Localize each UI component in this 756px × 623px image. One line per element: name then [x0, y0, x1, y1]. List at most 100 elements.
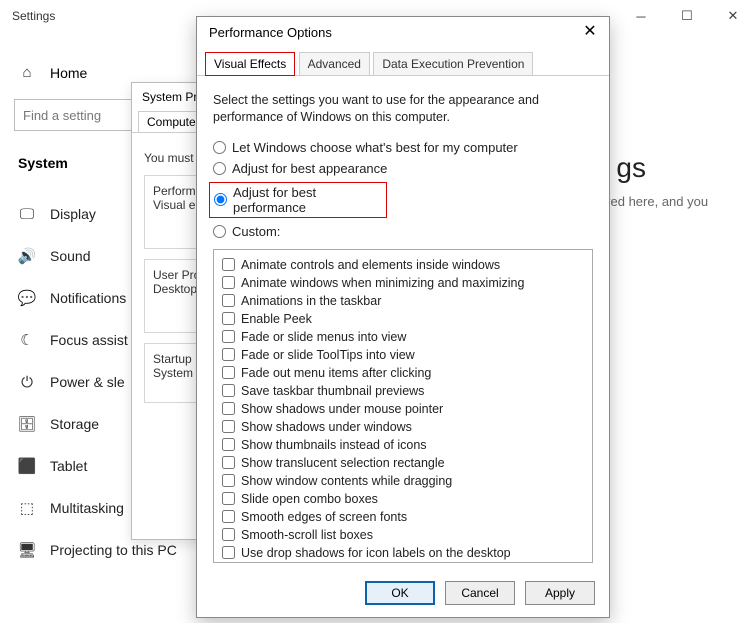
checkbox-label: Show window contents while dragging [241, 472, 452, 490]
sidebar-item-label: Multitasking [50, 500, 124, 516]
checkbox-input[interactable] [222, 366, 235, 379]
checkbox-label: Slide open combo boxes [241, 490, 378, 508]
page-heading-partial: gs [616, 152, 646, 184]
close-button[interactable]: ✕ [710, 0, 756, 32]
performance-options-dialog: Performance Options ✕ Visual Effects Adv… [196, 16, 610, 618]
check-enable-peek[interactable]: Enable Peek [222, 310, 584, 328]
radio-input[interactable] [213, 141, 226, 154]
checkbox-label: Animations in the taskbar [241, 292, 381, 310]
radio-label: Adjust for best performance [233, 185, 382, 215]
minimize-button[interactable]: ─ [618, 0, 664, 32]
tab-advanced[interactable]: Advanced [299, 52, 370, 76]
checkbox-input[interactable] [222, 258, 235, 271]
check-animations-in-the-taskbar[interactable]: Animations in the taskbar [222, 292, 584, 310]
check-animate-windows-when-minimizing-and-maximizing[interactable]: Animate windows when minimizing and maxi… [222, 274, 584, 292]
radio-adjust-for-best-appearance[interactable]: Adjust for best appearance [213, 161, 593, 176]
nav-home[interactable]: ⌂ Home [18, 64, 203, 81]
search-placeholder: Find a setting [23, 108, 101, 123]
checkbox-label: Smooth edges of screen fonts [241, 508, 407, 526]
check-fade-or-slide-tooltips-into-view[interactable]: Fade or slide ToolTips into view [222, 346, 584, 364]
perfopt-description: Select the settings you want to use for … [213, 92, 593, 126]
checkbox-input[interactable] [222, 312, 235, 325]
check-fade-out-menu-items-after-clicking[interactable]: Fade out menu items after clicking [222, 364, 584, 382]
perfopt-close-button[interactable]: ✕ [579, 21, 601, 43]
projecting-to-this-pc-icon: 🖥 [18, 541, 36, 559]
checkbox-label: Show shadows under mouse pointer [241, 400, 443, 418]
multitasking-icon: ⬚ [18, 499, 36, 517]
perfopt-title: Performance Options [209, 25, 332, 40]
check-smooth-scroll-list-boxes[interactable]: Smooth-scroll list boxes [222, 526, 584, 544]
checkbox-input[interactable] [222, 546, 235, 559]
checkbox-input[interactable] [222, 492, 235, 505]
radio-input[interactable] [213, 162, 226, 175]
tab-dep[interactable]: Data Execution Prevention [373, 52, 533, 76]
check-show-shadows-under-windows[interactable]: Show shadows under windows [222, 418, 584, 436]
checkbox-label: Fade out menu items after clicking [241, 364, 431, 382]
home-icon: ⌂ [18, 64, 36, 81]
tab-visual-effects[interactable]: Visual Effects [205, 52, 295, 76]
radio-adjust-for-best-performance[interactable]: Adjust for best performance [209, 182, 387, 218]
check-use-drop-shadows-for-icon-labels-on-the-desktop[interactable]: Use drop shadows for icon labels on the … [222, 544, 584, 562]
notifications-icon: 💬 [18, 289, 36, 307]
maximize-button[interactable]: ☐ [664, 0, 710, 32]
sidebar-item-label: Storage [50, 416, 99, 432]
sidebar-item-label: Sound [50, 248, 90, 264]
checkbox-input[interactable] [222, 348, 235, 361]
visual-effects-checklist[interactable]: Animate controls and elements inside win… [213, 249, 593, 563]
window-controls: ─ ☐ ✕ [618, 0, 756, 32]
sidebar-item-label: Focus assist [50, 332, 128, 348]
check-smooth-edges-of-screen-fonts[interactable]: Smooth edges of screen fonts [222, 508, 584, 526]
check-show-translucent-selection-rectangle[interactable]: Show translucent selection rectangle [222, 454, 584, 472]
checkbox-input[interactable] [222, 276, 235, 289]
check-animate-controls-and-elements-inside-windows[interactable]: Animate controls and elements inside win… [222, 256, 584, 274]
sidebar-item-label: Display [50, 206, 96, 222]
check-save-taskbar-thumbnail-previews[interactable]: Save taskbar thumbnail previews [222, 382, 584, 400]
tablet-icon: ⬛ [18, 457, 36, 475]
radio-let-windows-choose-what-s-best-for-my-computer[interactable]: Let Windows choose what's best for my co… [213, 140, 593, 155]
perfopt-tabstrip: Visual Effects Advanced Data Execution P… [197, 47, 609, 76]
checkbox-label: Save taskbar thumbnail previews [241, 382, 424, 400]
radio-input[interactable] [213, 225, 226, 238]
check-show-shadows-under-mouse-pointer[interactable]: Show shadows under mouse pointer [222, 400, 584, 418]
sidebar-item-label: Power & sle [50, 374, 125, 390]
radio-input[interactable] [214, 193, 227, 206]
cancel-button[interactable]: Cancel [445, 581, 515, 605]
radio-label: Let Windows choose what's best for my co… [232, 140, 518, 155]
home-label: Home [50, 65, 87, 81]
checkbox-label: Animate windows when minimizing and maxi… [241, 274, 524, 292]
checkbox-input[interactable] [222, 384, 235, 397]
checkbox-label: Fade or slide menus into view [241, 328, 406, 346]
focus-assist-icon: ☾ [18, 331, 36, 349]
radio-label: Custom: [232, 224, 280, 239]
display-icon: 🖵 [18, 206, 36, 223]
check-show-thumbnails-instead-of-icons[interactable]: Show thumbnails instead of icons [222, 436, 584, 454]
sound-icon: 🔊 [18, 247, 36, 265]
power-sle-icon: ⏻ [18, 374, 36, 391]
check-show-window-contents-while-dragging[interactable]: Show window contents while dragging [222, 472, 584, 490]
checkbox-input[interactable] [222, 510, 235, 523]
radio-label: Adjust for best appearance [232, 161, 387, 176]
checkbox-input[interactable] [222, 438, 235, 451]
check-fade-or-slide-menus-into-view[interactable]: Fade or slide menus into view [222, 328, 584, 346]
checkbox-input[interactable] [222, 528, 235, 541]
sidebar-item-label: Tablet [50, 458, 87, 474]
ok-button[interactable]: OK [365, 581, 435, 605]
checkbox-label: Smooth-scroll list boxes [241, 526, 373, 544]
radio-custom[interactable]: Custom: [213, 224, 593, 239]
sidebar-item-label: Projecting to this PC [50, 542, 177, 558]
checkbox-input[interactable] [222, 402, 235, 415]
checkbox-input[interactable] [222, 294, 235, 307]
checkbox-label: Enable Peek [241, 310, 312, 328]
checkbox-input[interactable] [222, 474, 235, 487]
check-slide-open-combo-boxes[interactable]: Slide open combo boxes [222, 490, 584, 508]
apply-button[interactable]: Apply [525, 581, 595, 605]
checkbox-label: Fade or slide ToolTips into view [241, 346, 415, 364]
checkbox-label: Animate controls and elements inside win… [241, 256, 500, 274]
storage-icon: 🗄 [18, 415, 36, 433]
checkbox-input[interactable] [222, 420, 235, 433]
checkbox-input[interactable] [222, 330, 235, 343]
checkbox-label: Show translucent selection rectangle [241, 454, 445, 472]
checkbox-label: Use drop shadows for icon labels on the … [241, 544, 511, 562]
checkbox-input[interactable] [222, 456, 235, 469]
settings-title: Settings [12, 9, 55, 23]
